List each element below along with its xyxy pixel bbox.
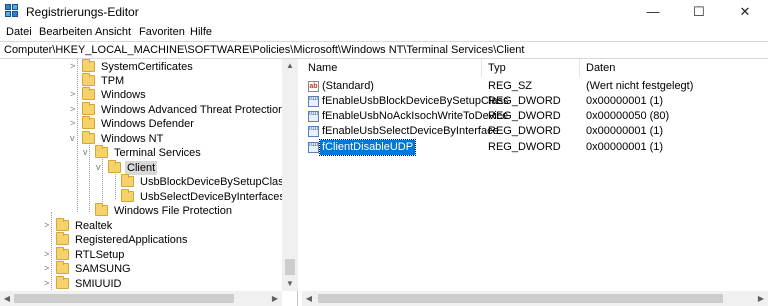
dword-value-icon: 0110 — [308, 142, 319, 153]
key-tree: > SystemCertificates TPM > Windows > Win… — [0, 59, 298, 306]
column-header-data[interactable]: Daten — [580, 59, 768, 77]
chevron-right-icon[interactable]: > — [44, 220, 54, 230]
menu-bearbeiten[interactable]: Bearbeiten — [39, 26, 92, 38]
value-row-fclientdisableudp[interactable]: 0110 fClientDisableUDP REG_DWORD 0x00000… — [302, 139, 768, 156]
chevron-right-icon[interactable]: > — [70, 89, 80, 99]
folder-icon — [56, 247, 69, 260]
value-type: REG_DWORD — [488, 141, 561, 153]
close-button[interactable]: ✕ — [722, 0, 768, 23]
tree-vertical-scroll-thumb[interactable] — [285, 259, 295, 275]
chevron-right-icon[interactable]: > — [70, 61, 80, 71]
value-data: 0x00000001 (1) — [586, 125, 664, 137]
scroll-up-arrow-icon[interactable]: ▲ — [282, 59, 298, 73]
folder-icon — [82, 131, 95, 144]
scroll-left-arrow-icon[interactable]: ◀ — [0, 291, 14, 306]
column-header-type[interactable]: Typ — [482, 59, 580, 77]
string-value-icon: ab — [308, 81, 319, 92]
title-bar: Registrierungs-Editor — ☐ ✕ — [0, 0, 768, 23]
menu-hilfe[interactable]: Hilfe — [190, 26, 212, 38]
menu-favoriten[interactable]: Favoriten — [139, 26, 185, 38]
column-header-name[interactable]: Name — [302, 59, 482, 77]
value-name: fEnableUsbBlockDeviceBySetupClass — [322, 95, 509, 107]
value-type: REG_DWORD — [488, 95, 561, 107]
scroll-right-arrow-icon[interactable]: ▶ — [268, 291, 282, 306]
maximize-button[interactable]: ☐ — [676, 0, 722, 23]
value-data: (Wert nicht festgelegt) — [586, 80, 694, 92]
menu-bar: Datei Bearbeiten Ansicht Favoriten Hilfe — [0, 23, 768, 41]
folder-icon — [95, 203, 108, 216]
tree-horizontal-scroll-thumb[interactable] — [14, 294, 234, 303]
values-horizontal-scroll-thumb[interactable] — [318, 294, 723, 303]
value-name: (Standard) — [322, 80, 374, 92]
dword-value-icon: 0110 — [308, 96, 319, 107]
value-list: Name Typ Daten ab (Standard) REG_SZ (Wer… — [302, 59, 768, 306]
chevron-down-icon[interactable]: v — [83, 147, 93, 157]
value-data: 0x00000050 (80) — [586, 110, 670, 122]
folder-icon — [56, 232, 69, 245]
value-name: fEnableUsbSelectDeviceByInterface — [322, 125, 499, 137]
folder-icon — [108, 160, 121, 173]
address-path[interactable]: Computer\HKEY_LOCAL_MACHINE\SOFTWARE\Pol… — [4, 44, 524, 56]
folder-icon — [56, 218, 69, 231]
chevron-right-icon[interactable]: > — [44, 278, 54, 288]
menu-ansicht[interactable]: Ansicht — [95, 26, 131, 38]
folder-icon — [121, 174, 134, 187]
dword-value-icon: 0110 — [308, 126, 319, 137]
address-bar[interactable]: Computer\HKEY_LOCAL_MACHINE\SOFTWARE\Pol… — [0, 41, 768, 59]
chevron-right-icon[interactable]: > — [70, 104, 80, 114]
folder-icon — [82, 73, 95, 86]
folder-icon — [82, 59, 95, 72]
value-type: REG_DWORD — [488, 110, 561, 122]
scroll-down-arrow-icon[interactable]: ▼ — [282, 277, 298, 291]
value-data: 0x00000001 (1) — [586, 95, 664, 107]
minimize-button[interactable]: — — [630, 0, 676, 23]
folder-icon — [95, 145, 108, 158]
folder-icon — [82, 116, 95, 129]
scroll-right-arrow-icon[interactable]: ▶ — [754, 291, 768, 306]
value-name: fClientDisableUDP — [318, 139, 417, 156]
chevron-down-icon[interactable]: v — [96, 162, 106, 172]
menu-datei[interactable]: Datei — [6, 26, 32, 38]
value-row-standard[interactable]: ab (Standard) REG_SZ (Wert nicht festgel… — [302, 79, 768, 94]
value-name: fEnableUsbNoAckIsochWriteToDevice — [322, 110, 509, 122]
folder-icon — [56, 261, 69, 274]
chevron-right-icon[interactable]: > — [70, 118, 80, 128]
dword-value-icon: 0110 — [308, 111, 319, 122]
registry-editor-app-icon — [5, 4, 20, 18]
folder-icon — [82, 87, 95, 100]
window-title: Registrierungs-Editor — [26, 5, 139, 19]
folder-icon — [121, 189, 134, 202]
tree-vertical-scrollbar[interactable]: ▲ ▼ — [282, 59, 298, 291]
tree-guide-line — [115, 170, 116, 199]
value-type: REG_SZ — [488, 80, 533, 92]
value-row-fenableusbblockdevicebysetupclass[interactable]: 0110 fEnableUsbBlockDeviceBySetupClass R… — [302, 94, 768, 109]
folder-icon — [82, 102, 95, 115]
value-data: 0x00000001 (1) — [586, 141, 664, 153]
chevron-right-icon[interactable]: > — [44, 263, 54, 273]
chevron-right-icon[interactable]: > — [44, 249, 54, 259]
tree-horizontal-scrollbar[interactable]: ◀ ▶ — [0, 291, 282, 306]
value-type: REG_DWORD — [488, 125, 561, 137]
scroll-left-arrow-icon[interactable]: ◀ — [302, 291, 316, 306]
value-row-fenableusbnoackisochwritetodevice[interactable]: 0110 fEnableUsbNoAckIsochWriteToDevice R… — [302, 109, 768, 124]
folder-icon — [56, 276, 69, 289]
value-row-fenableusbselectdevicebyinterface[interactable]: 0110 fEnableUsbSelectDeviceByInterface R… — [302, 124, 768, 139]
values-horizontal-scrollbar[interactable]: ◀ ▶ — [302, 291, 768, 306]
chevron-down-icon[interactable]: v — [70, 133, 80, 143]
